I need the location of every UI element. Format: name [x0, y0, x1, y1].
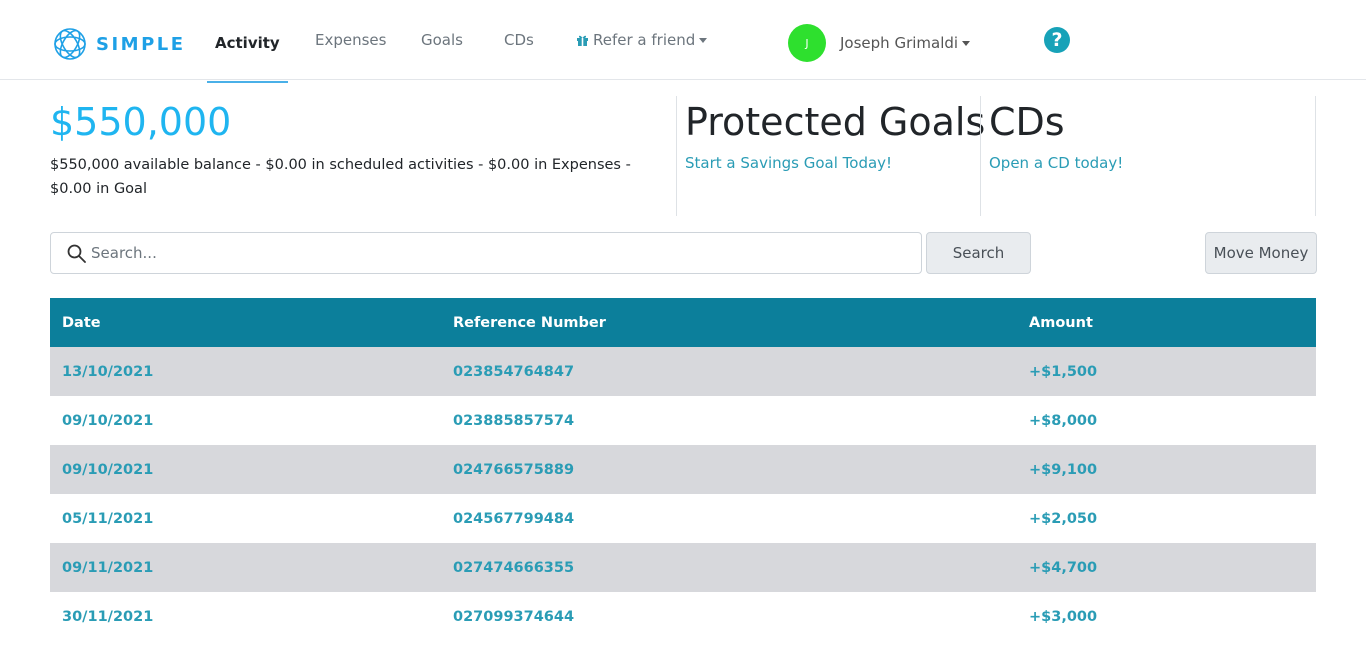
open-cd-link[interactable]: Open a CD today!	[989, 154, 1123, 172]
search-button[interactable]: Search	[926, 232, 1031, 274]
chevron-down-icon	[962, 41, 971, 46]
brand-name: SIMPLE	[96, 33, 186, 55]
table-row[interactable]: 09/10/2021 023885857574 +$8,000	[50, 396, 1316, 445]
search-field[interactable]	[50, 232, 922, 274]
available-balance: $550,000	[50, 100, 232, 144]
row-date: 13/10/2021	[62, 363, 154, 380]
search-icon	[67, 244, 86, 263]
table-row[interactable]: 05/11/2021 024567799484 +$2,050	[50, 494, 1316, 543]
protected-goals-title: Protected Goals	[685, 100, 986, 144]
row-reference: 024567799484	[453, 510, 575, 527]
row-amount: +$8,000	[1029, 412, 1098, 429]
row-reference: 027099374644	[453, 608, 575, 625]
column-header-amount[interactable]: Amount	[1017, 315, 1316, 331]
row-amount: +$9,100	[1029, 461, 1098, 478]
balance-description: $550,000 available balance - $0.00 in sc…	[50, 157, 631, 197]
table-row[interactable]: 30/11/2021 027099374644 +$3,000	[50, 592, 1316, 641]
table-row[interactable]: 09/10/2021 024766575889 +$9,100	[50, 445, 1316, 494]
table-header: Date Reference Number Amount	[50, 298, 1316, 347]
cds-title: CDs	[989, 100, 1065, 144]
table-row[interactable]: 09/11/2021 027474666355 +$4,700	[50, 543, 1316, 592]
row-amount: +$2,050	[1029, 510, 1098, 527]
refer-label: Refer a friend	[593, 31, 696, 49]
nav-expenses[interactable]: Expenses	[315, 0, 386, 80]
column-header-date[interactable]: Date	[50, 315, 441, 331]
divider	[676, 96, 677, 216]
start-savings-goal-link[interactable]: Start a Savings Goal Today!	[685, 154, 892, 172]
row-date: 09/10/2021	[62, 461, 154, 478]
nav-activity[interactable]: Activity	[207, 3, 288, 83]
row-amount: +$1,500	[1029, 363, 1098, 380]
divider	[1315, 96, 1316, 216]
row-reference: 023854764847	[453, 363, 575, 380]
activity-table: Date Reference Number Amount 13/10/2021 …	[50, 298, 1316, 641]
move-money-button[interactable]: Move Money	[1205, 232, 1317, 274]
row-reference: 023885857574	[453, 412, 575, 429]
row-date: 05/11/2021	[62, 510, 154, 527]
nav-refer-dropdown[interactable]: Refer a friend	[576, 0, 708, 80]
row-reference: 024766575889	[453, 461, 575, 478]
row-date: 30/11/2021	[62, 608, 154, 625]
row-amount: +$3,000	[1029, 608, 1098, 625]
brand-logo[interactable]: SIMPLE	[52, 26, 186, 62]
user-name: Joseph Grimaldi	[840, 34, 959, 52]
divider	[980, 96, 981, 216]
chevron-down-icon	[699, 38, 708, 43]
nav-goals[interactable]: Goals	[421, 0, 463, 80]
help-icon[interactable]: ?	[1044, 27, 1070, 53]
simple-logo-icon	[54, 28, 86, 60]
nav-cds[interactable]: CDs	[504, 0, 534, 80]
column-header-reference[interactable]: Reference Number	[441, 315, 1017, 331]
row-date: 09/10/2021	[62, 412, 154, 429]
user-menu[interactable]: J Joseph Grimaldi	[788, 24, 971, 62]
table-row[interactable]: 13/10/2021 023854764847 +$1,500	[50, 347, 1316, 396]
gift-icon	[577, 35, 588, 46]
avatar: J	[788, 24, 826, 62]
row-amount: +$4,700	[1029, 559, 1098, 576]
search-input[interactable]	[91, 233, 911, 273]
row-reference: 027474666355	[453, 559, 575, 576]
top-navbar: SIMPLE Activity Expenses Goals CDs Refer…	[0, 0, 1366, 83]
row-date: 09/11/2021	[62, 559, 154, 576]
